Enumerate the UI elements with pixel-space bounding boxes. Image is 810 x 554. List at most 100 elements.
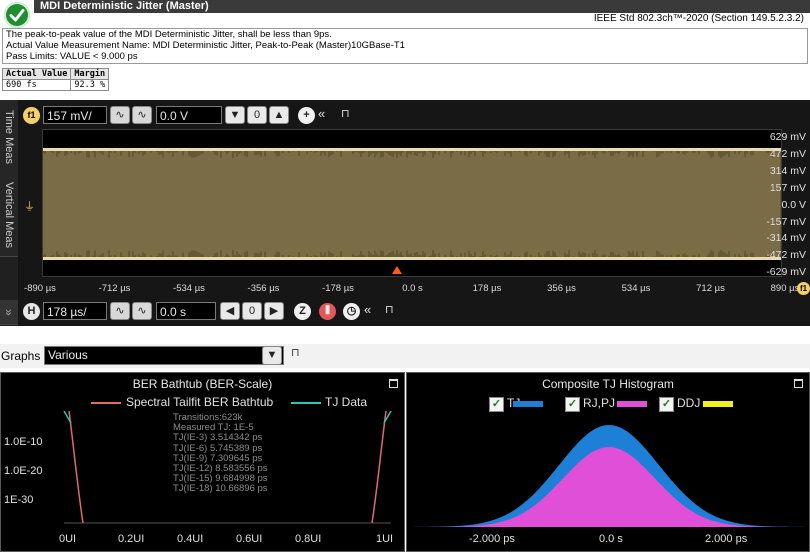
waveform-trace — [42, 148, 781, 260]
x-axis-label: 712 µs — [696, 283, 725, 294]
histogram-x-label: 0.0 s — [599, 533, 623, 545]
y-axis-label: -314 mV — [766, 232, 806, 245]
x-axis-label: -178 µs — [322, 283, 354, 294]
bathtub-x-label: 0.4UI — [177, 533, 204, 545]
y-axis-label: -472 mV — [766, 249, 806, 262]
bathtub-left-curve — [68, 411, 84, 524]
offset-up-icon[interactable]: ▲ — [269, 106, 289, 124]
waveform-envelope — [43, 148, 781, 260]
tab-vertical-meas[interactable]: Vertical Meas — [0, 174, 18, 257]
bathtub-x-label: 0UI — [59, 533, 77, 545]
timebase-position-input[interactable]: 0.0 s — [156, 302, 216, 320]
y-axis-label: 629 mV — [769, 131, 806, 143]
expand-chevron-icon[interactable]: » — [0, 300, 18, 325]
histogram-x-label: 2.000 ps — [705, 533, 748, 545]
ground-marker-icon[interactable]: ⏚ — [24, 198, 35, 214]
position-right-icon[interactable]: ▶ — [264, 302, 284, 320]
bathtub-right-curve — [371, 411, 387, 524]
bathtub-panel: BER Bathtub (BER-Scale) Spectral Tailfit… — [0, 372, 405, 552]
legend-tj-data: TJ Data — [325, 395, 368, 409]
bathtub-y-label: 1.0E-20 — [4, 465, 43, 477]
waveform-plot[interactable] — [42, 129, 782, 277]
results-table: Actual Value Margin 690 fs 92.3 % — [1, 68, 110, 91]
bathtub-title: BER Bathtub (BER-Scale) — [132, 377, 273, 391]
bathtub-x-label: 0.8UI — [295, 533, 322, 545]
margin-header: Margin — [70, 68, 110, 80]
histogram-x-label: -2.000 ps — [469, 533, 515, 545]
actual-value-header: Actual Value — [1, 68, 72, 80]
maximize-icon[interactable] — [794, 379, 803, 388]
legend-swatch — [513, 401, 543, 407]
graphs-select[interactable]: Various — [44, 346, 284, 365]
bathtub-y-label: 1E-30 — [4, 494, 34, 506]
offset-down-icon[interactable]: ▼ — [225, 106, 245, 124]
maximize-icon[interactable] — [389, 379, 398, 388]
histogram-legend-label: DDJ — [677, 396, 701, 410]
y-axis-label: 0.0 V — [781, 198, 806, 211]
vertical-offset-input[interactable]: 0.0 V — [156, 106, 222, 124]
histogram-panel: Composite TJ Histogram ✓TJ✓RJ,PJ✓DDJ -2.… — [406, 372, 810, 552]
x-axis-label: -712 µs — [98, 283, 131, 294]
timebase-up-wave-icon[interactable]: ∿ — [132, 302, 152, 320]
legend-swatch-tj-data — [291, 402, 321, 404]
graphs-label: Graphs — [1, 349, 41, 363]
bathtub-x-label: 0.2UI — [118, 533, 145, 545]
position-left-icon[interactable]: ◀ — [220, 302, 240, 320]
clock-icon[interactable]: ◷ — [343, 303, 360, 320]
collapse-chevron-icon[interactable]: « — [318, 105, 325, 123]
tab-time-meas[interactable]: Time Meas — [0, 100, 18, 175]
histogram-plot — [413, 425, 805, 527]
legend-bathtub: Spectral Tailfit BER Bathtub — [126, 395, 274, 409]
zoom-icon[interactable]: Z — [294, 303, 311, 320]
x-axis-label: 178 µs — [472, 283, 502, 294]
pin-icon[interactable]: ⊓ — [291, 346, 300, 359]
legend-swatch — [617, 401, 647, 407]
chevron-down-icon[interactable]: ▼ — [262, 346, 282, 365]
bathtub-x-label: 1UI — [376, 533, 394, 545]
y-axis-label: -629 mV — [766, 266, 806, 279]
vertical-scale-input[interactable]: 157 mV/ — [43, 106, 107, 124]
actual-value: 690 fs — [1, 79, 72, 91]
measurement-title: MDI Deterministic Jitter (Master) — [40, 0, 209, 12]
offset-zero-icon[interactable]: 0 — [247, 106, 267, 124]
pass-check-icon — [4, 2, 30, 28]
pass-limits: Pass Limits: VALUE < 9.000 ps — [6, 51, 138, 62]
x-axis-label: 0.0 s — [402, 283, 423, 294]
position-zero-icon[interactable]: 0 — [242, 302, 262, 320]
histogram-legend-label: RJ,PJ — [583, 396, 616, 410]
timebase-scale-input[interactable]: 178 µs/ — [43, 302, 107, 320]
description-line: The peak-to-peak value of the MDI Determ… — [6, 29, 332, 40]
channel-f1-badge[interactable]: f1 — [23, 107, 40, 124]
y-axis-label: 472 mV — [769, 147, 806, 160]
waveform-rail-bottom — [43, 257, 781, 260]
add-icon[interactable]: + — [298, 107, 315, 124]
pin-icon[interactable]: ⊓ — [385, 301, 394, 319]
description-line: Actual Value Measurement Name: MDI Deter… — [6, 40, 405, 51]
x-axis-f1-badge: f1 — [797, 282, 810, 295]
timebase-down-wave-icon[interactable]: ∿ — [110, 302, 130, 320]
bathtub-stat-line: TJ(IE-18) 10.66896 ps — [173, 483, 268, 495]
waveform-rail-top — [43, 148, 781, 151]
scale-up-wave-icon[interactable]: ∿ — [132, 106, 152, 124]
bathtub-stat-line: TJ(IE-3) 3.514342 ps — [173, 432, 263, 444]
pin-icon[interactable]: ⊓ — [341, 105, 350, 123]
collapse-chevron-icon[interactable]: « — [364, 301, 371, 319]
scale-down-wave-icon[interactable]: ∿ — [110, 106, 130, 124]
horizontal-badge[interactable]: H — [23, 303, 40, 320]
legend-checkbox[interactable]: ✓ — [659, 397, 674, 412]
legend-swatch-bathtub — [91, 402, 121, 404]
measurement-description: The peak-to-peak value of the MDI Determ… — [2, 28, 808, 64]
x-axis-label: -890 µs — [24, 283, 56, 294]
x-axis-label: 356 µs — [547, 283, 576, 294]
y-axis-label: 157 mV — [769, 181, 806, 194]
legend-swatch — [703, 401, 733, 407]
legend-checkbox[interactable]: ✓ — [565, 397, 580, 412]
histogram-title: Composite TJ Histogram — [542, 377, 674, 391]
x-axis-label: -356 µs — [247, 283, 280, 294]
y-axis-label: 314 mV — [769, 164, 806, 177]
legend-checkbox[interactable]: ✓ — [489, 397, 504, 412]
record-icon[interactable]: ⦀ — [319, 303, 336, 320]
standard-reference: IEEE Std 802.3ch™-2020 (Section 149.5.2.… — [593, 13, 804, 24]
trigger-marker-icon[interactable] — [392, 266, 402, 274]
bathtub-x-label: 0.6UI — [236, 533, 263, 545]
